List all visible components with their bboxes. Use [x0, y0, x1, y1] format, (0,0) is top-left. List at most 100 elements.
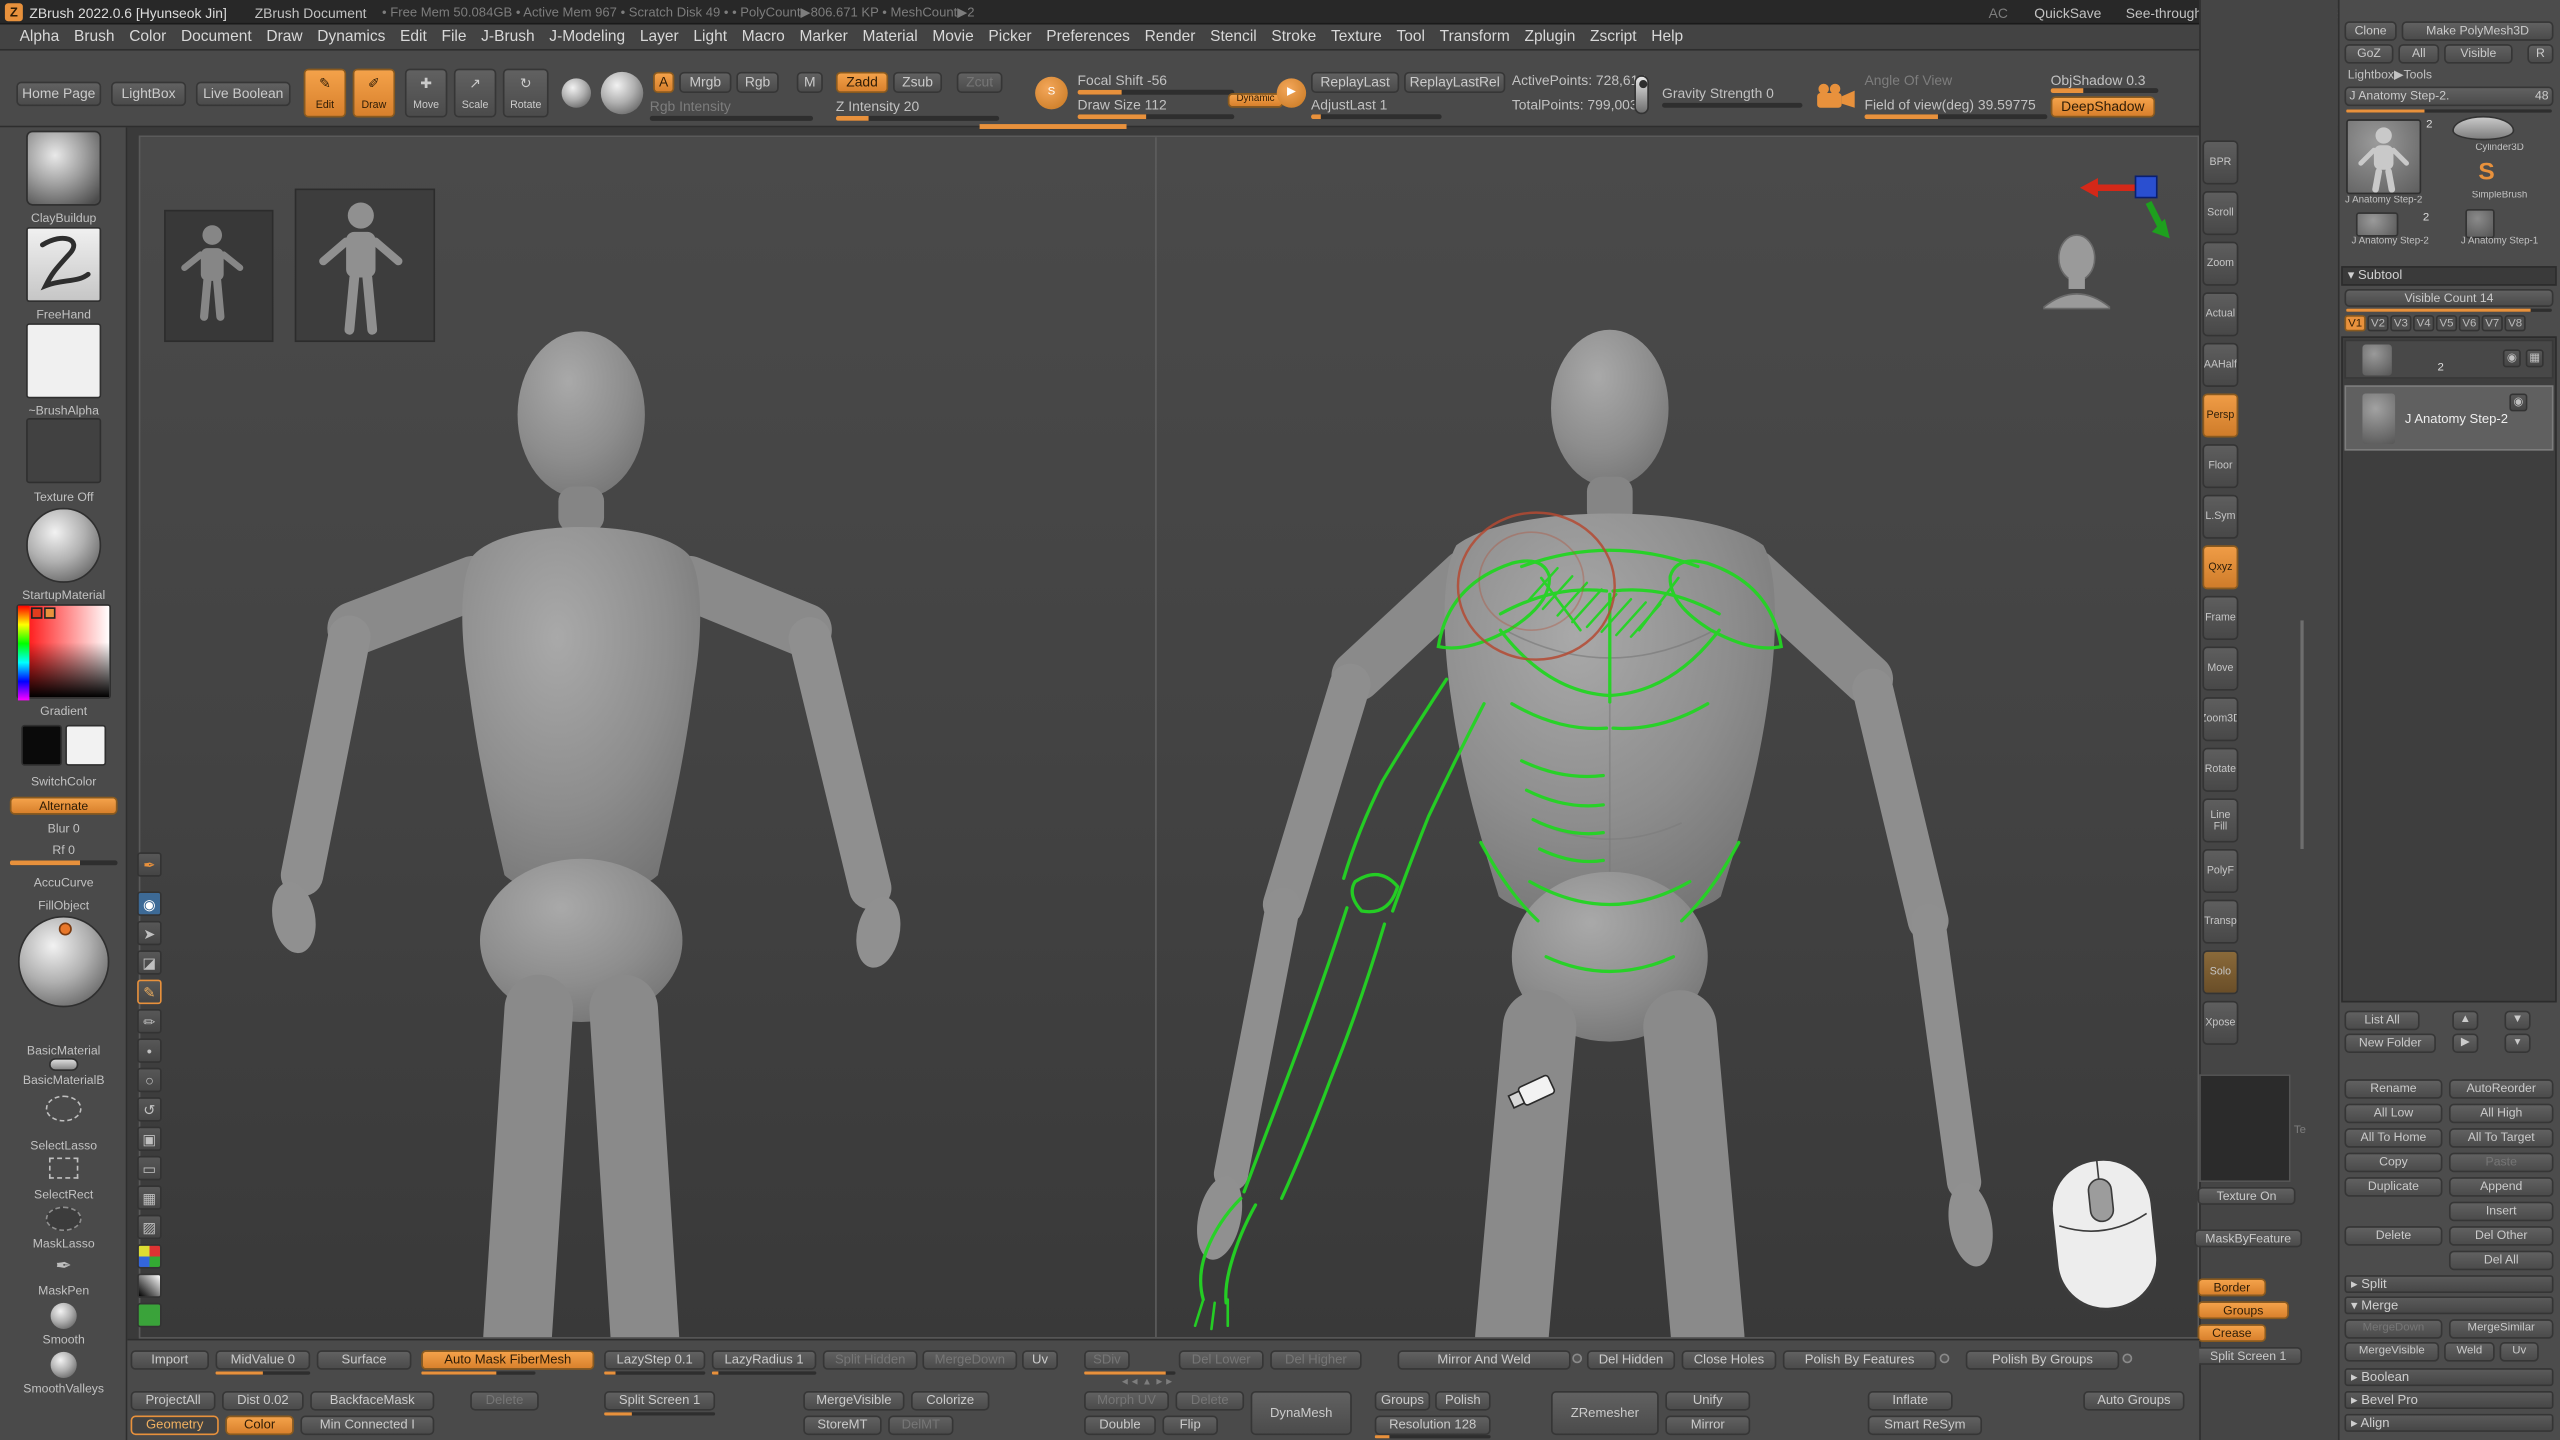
- surface-button[interactable]: Surface: [317, 1350, 412, 1370]
- adjust-last-slider[interactable]: AdjustLast 1: [1311, 96, 1387, 112]
- rgb-intensity-slider[interactable]: Rgb Intensity: [650, 98, 731, 114]
- canvas-scrollbar[interactable]: [2300, 620, 2303, 849]
- shelf-divider-handle[interactable]: [980, 124, 1127, 129]
- subtool-row-selected[interactable]: J Anatomy Step-2 ◉: [2344, 385, 2553, 450]
- menu-document[interactable]: Document: [181, 28, 252, 46]
- mergesimilar-button[interactable]: MergeSimilar: [2449, 1319, 2553, 1339]
- frame-tool-icon[interactable]: ▭: [137, 1156, 161, 1180]
- tool-thumb-simplebrush[interactable]: S: [2472, 158, 2501, 187]
- duplicate-button[interactable]: Duplicate: [2344, 1177, 2442, 1197]
- uv-bottom-button[interactable]: Uv: [1022, 1350, 1058, 1370]
- color-tab[interactable]: Color: [225, 1416, 294, 1436]
- lazyradius-track[interactable]: [712, 1371, 816, 1374]
- pencil-tool-icon[interactable]: ✏: [137, 1009, 161, 1033]
- lazystep-track[interactable]: [604, 1371, 705, 1374]
- autoreorder-button[interactable]: AutoReorder: [2449, 1079, 2553, 1099]
- tool-thumb-step2[interactable]: [2356, 212, 2398, 236]
- select-rect-icon[interactable]: [49, 1158, 78, 1179]
- viewport[interactable]: [139, 136, 2199, 1339]
- split-screen-bottom-slider[interactable]: Split Screen 1: [604, 1391, 715, 1411]
- flip-button[interactable]: Flip: [1162, 1416, 1218, 1436]
- visibility-eye-icon[interactable]: ◉: [137, 891, 161, 915]
- draw-size-track[interactable]: [1078, 114, 1235, 119]
- menu-macro[interactable]: Macro: [742, 28, 785, 46]
- adjust-last-track[interactable]: [1311, 114, 1442, 119]
- mrgb-button[interactable]: Mrgb: [679, 72, 731, 93]
- copy-subtool-button[interactable]: Copy: [2344, 1153, 2442, 1173]
- strip-zoom3d-button[interactable]: Zoom3D: [2202, 697, 2238, 741]
- subtool-tab-v6[interactable]: V6: [2459, 315, 2480, 331]
- morph-uv-button[interactable]: Morph UV: [1084, 1391, 1169, 1411]
- deep-shadow-button[interactable]: DeepShadow: [2051, 96, 2155, 117]
- menu-draw[interactable]: Draw: [266, 28, 302, 46]
- delete-morph-button[interactable]: Delete: [1176, 1391, 1245, 1411]
- strip-scroll-button[interactable]: Scroll: [2202, 191, 2238, 235]
- strip-qxyz-button[interactable]: Qxyz: [2202, 545, 2238, 589]
- subtool-tab-v7[interactable]: V7: [2482, 315, 2503, 331]
- polish-by-features-slider[interactable]: Polish By Features: [1783, 1350, 1936, 1370]
- menu-light[interactable]: Light: [693, 28, 727, 46]
- storemt-button[interactable]: StoreMT: [803, 1416, 881, 1436]
- crease-button[interactable]: Crease: [2198, 1324, 2267, 1342]
- draw-rect-tool-icon[interactable]: ✎: [137, 980, 161, 1004]
- polish-by-groups-slider[interactable]: Polish By Groups: [1966, 1350, 2119, 1370]
- mask-lasso-icon[interactable]: [46, 1207, 82, 1231]
- polish-by-groups-dot[interactable]: [2122, 1353, 2132, 1363]
- subtool-header[interactable]: ▾ Subtool: [2341, 266, 2557, 286]
- polish-by-features-dot[interactable]: [1940, 1353, 1950, 1363]
- goz-all-button[interactable]: All: [2398, 44, 2439, 64]
- auto-groups-button[interactable]: Auto Groups: [2083, 1391, 2184, 1411]
- edit-mode-button[interactable]: ✎ Edit: [304, 69, 346, 118]
- strip-move-button[interactable]: Move: [2202, 647, 2238, 691]
- home-page-button[interactable]: Home Page: [16, 82, 101, 106]
- gravity-strength-track[interactable]: [1662, 103, 1802, 108]
- sdiv-slider[interactable]: SDiv: [1084, 1350, 1130, 1370]
- rf-track[interactable]: [10, 860, 118, 865]
- draw-mode-button[interactable]: ✐ Draw: [353, 69, 395, 118]
- field-of-view-track[interactable]: [1864, 114, 2047, 119]
- smooth-valleys-icon[interactable]: [51, 1352, 77, 1378]
- mirror-and-weld-button[interactable]: Mirror And Weld: [1398, 1350, 1571, 1370]
- strip-transp-button[interactable]: Transp: [2202, 900, 2238, 944]
- mergedown-bottom-button[interactable]: MergeDown: [922, 1350, 1017, 1370]
- gradient-swatch[interactable]: [137, 1273, 161, 1297]
- menu-edit[interactable]: Edit: [400, 28, 427, 46]
- border-button[interactable]: Border: [2198, 1278, 2267, 1296]
- tool-thumb-cylinder[interactable]: [2452, 116, 2514, 140]
- current-tool-track[interactable]: [2346, 109, 2552, 112]
- subtool-tab-v3[interactable]: V3: [2390, 315, 2411, 331]
- camera-icon[interactable]: [1816, 83, 1858, 109]
- del-other-button[interactable]: Del Other: [2449, 1226, 2553, 1246]
- goz-r-button[interactable]: R: [2527, 44, 2553, 64]
- strip-bpr-button[interactable]: BPR: [2202, 140, 2238, 184]
- menu-tool[interactable]: Tool: [1397, 28, 1425, 46]
- subtool-tab-v2[interactable]: V2: [2367, 315, 2388, 331]
- subtool-folder-grid-icon[interactable]: ▦: [2526, 349, 2544, 367]
- focal-shift-track[interactable]: [1078, 90, 1235, 95]
- strip-actual-button[interactable]: Actual: [2202, 292, 2238, 336]
- menu-j-brush[interactable]: J-Brush: [481, 28, 534, 46]
- hatch-tool-icon[interactable]: ▨: [137, 1215, 161, 1239]
- folder-collapse-button[interactable]: ▾: [2504, 1033, 2530, 1053]
- obj-shadow-track[interactable]: [2051, 88, 2159, 93]
- live-boolean-button[interactable]: Live Boolean: [196, 82, 291, 106]
- lightbox-tools-link[interactable]: Lightbox▶Tools: [2348, 67, 2432, 83]
- rotate-mode-button[interactable]: ↻ Rotate: [503, 69, 549, 118]
- backfacemask-button[interactable]: BackfaceMask: [310, 1391, 434, 1411]
- menu-color[interactable]: Color: [129, 28, 166, 46]
- list-all-button[interactable]: List All: [2344, 1011, 2419, 1031]
- all-to-home-button[interactable]: All To Home: [2344, 1128, 2442, 1148]
- tool-thumb-step1[interactable]: [2465, 209, 2494, 238]
- stroke-thumb-freehand[interactable]: [26, 227, 101, 302]
- menu-stencil[interactable]: Stencil: [1210, 28, 1257, 46]
- delete-subtool-button[interactable]: Delete: [2344, 1226, 2442, 1246]
- tray-icon[interactable]: ▣: [137, 1127, 161, 1151]
- material-thumb-basic[interactable]: [18, 916, 109, 1007]
- material-sphere-icon[interactable]: [601, 72, 643, 114]
- blur-slider[interactable]: Blur 0: [0, 821, 127, 836]
- strip-linefill-button[interactable]: Line Fill: [2202, 798, 2238, 842]
- groups-bottom-button[interactable]: Groups: [1375, 1391, 1431, 1411]
- align-section-header[interactable]: ▸ Align: [2344, 1414, 2553, 1432]
- smooth-brush-icon[interactable]: [51, 1303, 77, 1329]
- gravity-strength-slider[interactable]: Gravity Strength 0: [1662, 85, 1774, 101]
